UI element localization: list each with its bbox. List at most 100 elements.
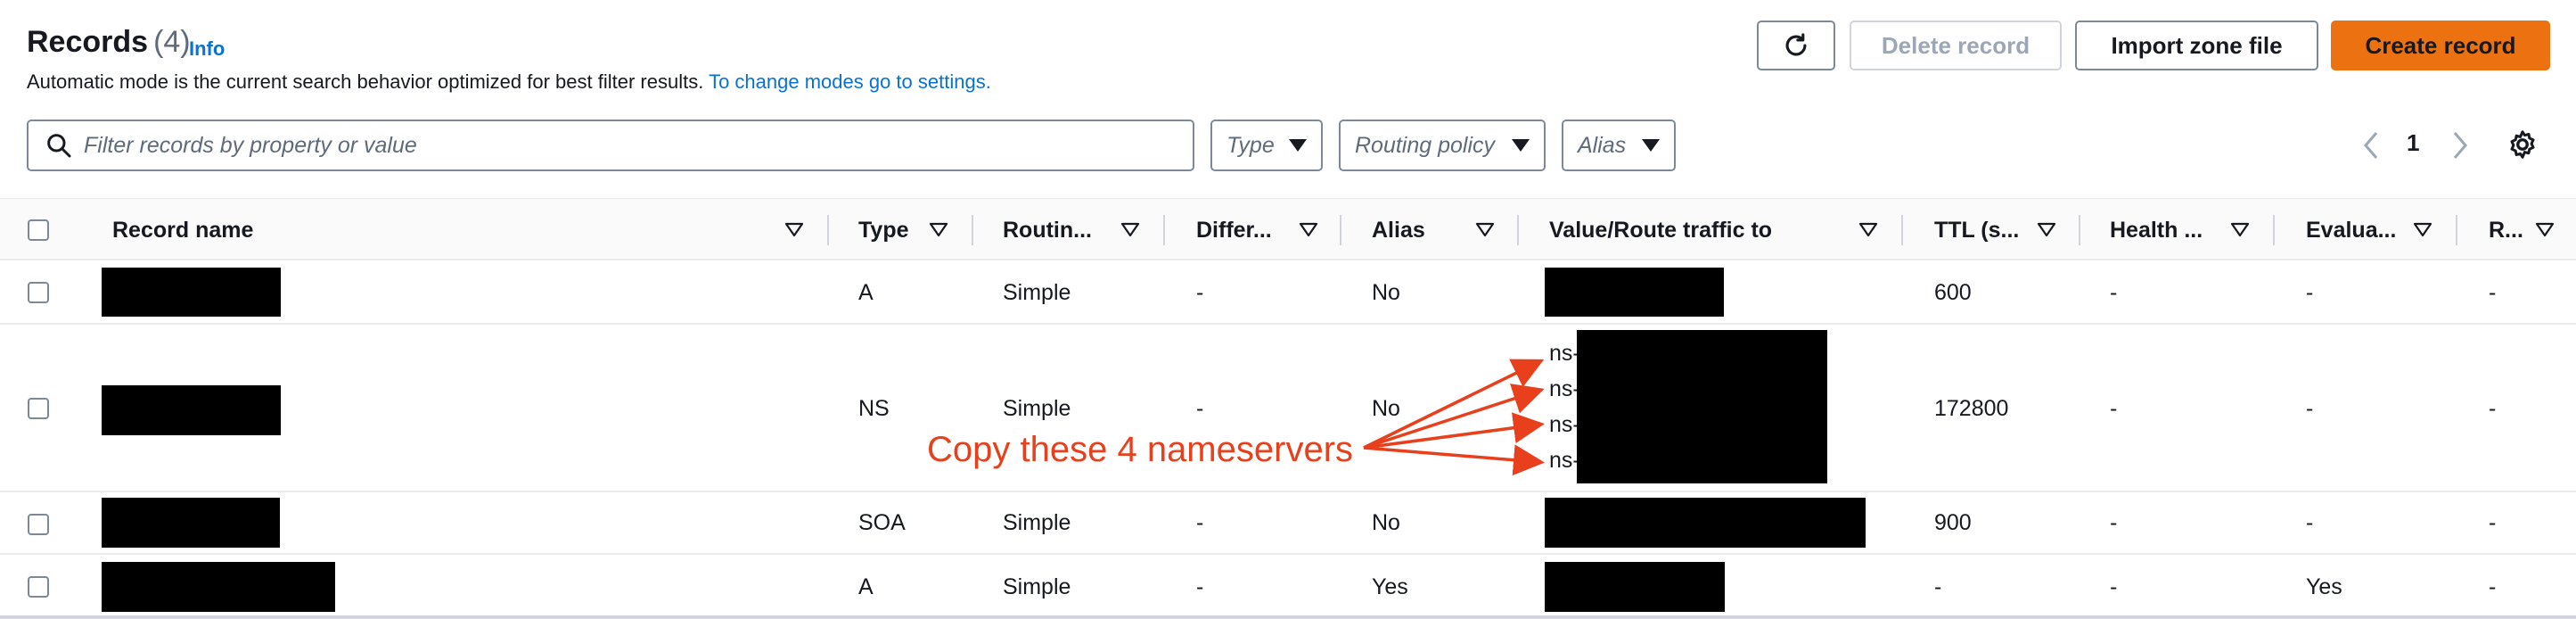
column-divider[interactable]	[972, 215, 973, 245]
cell-routing: Simple	[1003, 396, 1071, 421]
alias-filter-dropdown[interactable]: Alias	[1562, 120, 1676, 171]
sort-caret-icon[interactable]	[1475, 221, 1495, 239]
subtitle-text: Automatic mode is the current search beh…	[27, 70, 704, 93]
cell-evaluate-health: -	[2306, 280, 2314, 305]
column-divider[interactable]	[1517, 215, 1519, 245]
column-differentiator[interactable]: Differ...	[1196, 199, 1272, 261]
row-checkbox[interactable]	[28, 282, 49, 303]
search-box[interactable]	[27, 120, 1194, 171]
table-bottom-border	[0, 615, 2576, 619]
nameserver-value: ns-	[1549, 376, 1580, 401]
cell-health-check: -	[2110, 396, 2118, 421]
table-row[interactable]: SOA Simple - No 900 - - -	[0, 492, 2576, 555]
delete-record-button[interactable]: Delete record	[1850, 21, 2062, 70]
column-divider[interactable]	[2273, 215, 2275, 245]
select-all-checkbox[interactable]	[28, 219, 49, 241]
cell-routing: Simple	[1003, 574, 1071, 599]
cell-type: NS	[858, 396, 890, 421]
search-icon	[47, 134, 71, 158]
title-text: Records	[27, 25, 149, 59]
type-filter-label: Type	[1226, 132, 1275, 158]
cell-alias: No	[1372, 280, 1400, 305]
column-divider[interactable]	[2456, 215, 2457, 245]
create-record-button[interactable]: Create record	[2331, 21, 2550, 70]
cell-alias: No	[1372, 510, 1400, 535]
column-type[interactable]: Type	[858, 199, 909, 261]
redacted-record-name	[102, 385, 281, 435]
table-row[interactable]: A Simple - No 600 - - -	[0, 260, 2576, 325]
redacted-record-name	[102, 268, 281, 317]
cell-alias: No	[1372, 396, 1400, 421]
column-evaluate-health[interactable]: Evalua...	[2306, 199, 2396, 261]
sort-caret-icon[interactable]	[2230, 221, 2250, 239]
cell-record-id: -	[2489, 280, 2497, 305]
dropdown-caret-icon	[1289, 139, 1307, 152]
redacted-record-name	[102, 562, 335, 612]
type-filter-dropdown[interactable]: Type	[1210, 120, 1323, 171]
cell-evaluate-health: -	[2306, 510, 2314, 535]
chevron-left-icon[interactable]	[2360, 129, 2382, 161]
column-divider[interactable]	[1901, 215, 1903, 245]
sort-caret-icon[interactable]	[2535, 221, 2555, 239]
page-title: Records (4)	[27, 25, 191, 60]
row-checkbox[interactable]	[28, 398, 49, 419]
sort-caret-icon[interactable]	[2413, 221, 2432, 239]
column-divider[interactable]	[827, 215, 829, 245]
table-row[interactable]: A Simple - Yes - - Yes -	[0, 555, 2576, 615]
sort-caret-icon[interactable]	[1858, 221, 1878, 239]
page-number[interactable]: 1	[2407, 129, 2419, 161]
nameserver-value: ns-	[1549, 341, 1580, 366]
column-value[interactable]: Value/Route traffic to	[1549, 199, 1772, 261]
record-count: (4)	[153, 25, 191, 59]
redacted-nameservers	[1577, 330, 1827, 483]
refresh-icon	[1785, 33, 1807, 56]
cell-ttl: 172800	[1934, 396, 2009, 421]
info-link[interactable]: Info	[189, 37, 225, 61]
refresh-button[interactable]	[1757, 21, 1835, 70]
redacted-value	[1545, 562, 1725, 612]
table-header: Record name Type Routin... Differ... Ali…	[0, 198, 2576, 260]
gear-icon[interactable]	[2506, 128, 2539, 161]
redacted-value	[1545, 498, 1866, 548]
sort-caret-icon[interactable]	[1299, 221, 1318, 239]
cell-differentiator: -	[1196, 280, 1204, 305]
row-checkbox[interactable]	[28, 576, 49, 598]
cell-record-id: -	[2489, 396, 2497, 421]
nameserver-value: ns-	[1549, 448, 1580, 473]
search-input[interactable]	[84, 132, 1153, 159]
chevron-right-icon[interactable]	[2449, 129, 2471, 161]
annotation-label: Copy these 4 nameservers	[927, 430, 1354, 469]
cell-record-id: -	[2489, 574, 2497, 599]
column-alias[interactable]: Alias	[1372, 199, 1425, 261]
import-zone-file-button[interactable]: Import zone file	[2075, 21, 2318, 70]
sort-caret-icon[interactable]	[929, 221, 948, 239]
column-divider[interactable]	[1163, 215, 1165, 245]
sort-caret-icon[interactable]	[1120, 221, 1140, 239]
cell-health-check: -	[2110, 280, 2118, 305]
column-record-name[interactable]: Record name	[112, 199, 253, 261]
row-checkbox[interactable]	[28, 514, 49, 535]
routing-policy-filter-dropdown[interactable]: Routing policy	[1339, 120, 1546, 171]
cell-differentiator: -	[1196, 510, 1204, 535]
cell-type: SOA	[858, 510, 906, 535]
nameserver-value: ns-	[1549, 412, 1580, 437]
column-record-id[interactable]: R...	[2489, 199, 2523, 261]
cell-type: A	[858, 574, 874, 599]
routing-filter-label: Routing policy	[1355, 132, 1496, 158]
alias-filter-label: Alias	[1578, 132, 1627, 158]
cell-health-check: -	[2110, 574, 2118, 599]
column-divider[interactable]	[1340, 215, 1341, 245]
sort-caret-icon[interactable]	[2037, 221, 2056, 239]
sort-caret-icon[interactable]	[784, 221, 804, 239]
cell-record-id: -	[2489, 510, 2497, 535]
column-divider[interactable]	[2079, 215, 2080, 245]
column-routing[interactable]: Routin...	[1003, 199, 1092, 261]
cell-routing: Simple	[1003, 510, 1071, 535]
cell-alias: Yes	[1372, 574, 1408, 599]
cell-evaluate-health: Yes	[2306, 574, 2342, 599]
search-mode-description: Automatic mode is the current search beh…	[27, 70, 991, 94]
column-health-check[interactable]: Health ...	[2110, 199, 2203, 261]
column-ttl[interactable]: TTL (s...	[1934, 199, 2019, 261]
redacted-record-name	[102, 498, 280, 548]
settings-link[interactable]: To change modes go to settings.	[709, 70, 991, 93]
